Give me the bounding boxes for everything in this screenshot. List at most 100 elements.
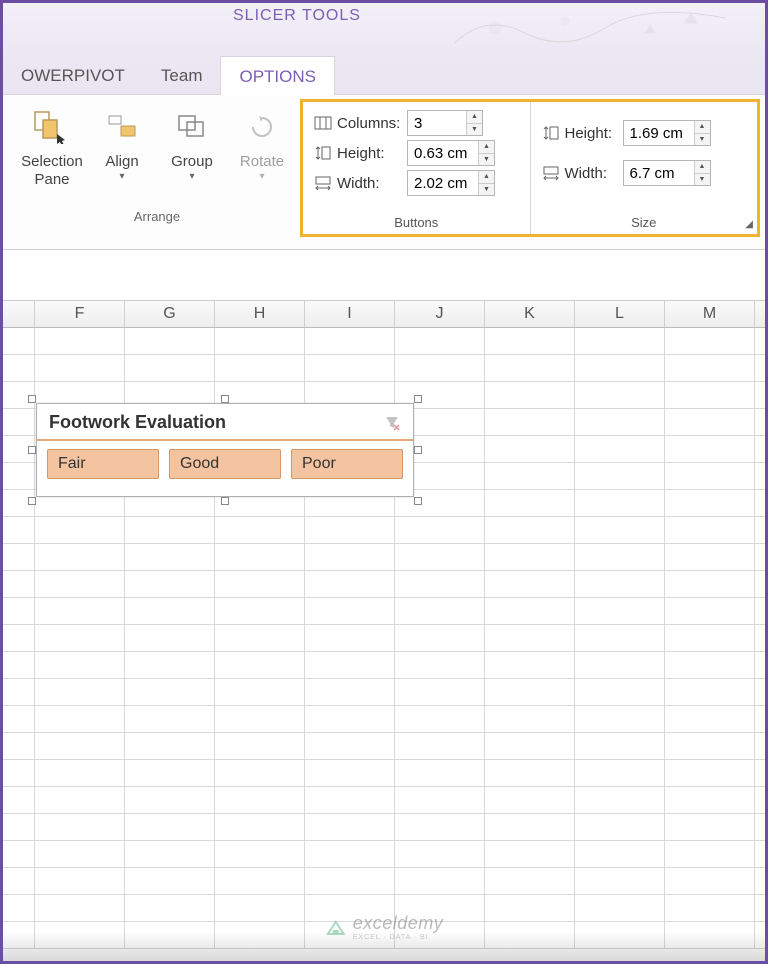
cell[interactable] [485, 544, 575, 570]
cell[interactable] [215, 328, 305, 354]
cell[interactable] [215, 787, 305, 813]
cell[interactable] [665, 571, 755, 597]
cell[interactable] [3, 598, 35, 624]
grid-row[interactable] [3, 760, 765, 787]
cell[interactable] [35, 814, 125, 840]
cell[interactable] [485, 760, 575, 786]
cell[interactable] [215, 517, 305, 543]
cell[interactable] [125, 760, 215, 786]
cell[interactable] [35, 733, 125, 759]
cell[interactable] [125, 922, 215, 948]
cell[interactable] [485, 733, 575, 759]
cell[interactable] [485, 868, 575, 894]
button-width-input-wrap[interactable]: ▲▼ [407, 170, 495, 196]
cell[interactable] [35, 652, 125, 678]
tab-options[interactable]: OPTIONS [220, 56, 335, 95]
selection-pane-button[interactable]: SelectionPane [19, 101, 85, 209]
cell[interactable] [665, 706, 755, 732]
cell[interactable] [575, 652, 665, 678]
cell[interactable] [665, 517, 755, 543]
cell[interactable] [3, 733, 35, 759]
cell[interactable] [35, 571, 125, 597]
grid-row[interactable] [3, 328, 765, 355]
cell[interactable] [395, 544, 485, 570]
cell[interactable] [485, 814, 575, 840]
cell[interactable] [395, 355, 485, 381]
grid-row[interactable] [3, 868, 765, 895]
cell[interactable] [35, 355, 125, 381]
cell[interactable] [3, 436, 35, 462]
cell[interactable] [3, 463, 35, 489]
cell[interactable] [35, 841, 125, 867]
cell[interactable] [305, 328, 395, 354]
spin-down-icon[interactable]: ▼ [479, 154, 494, 166]
cell[interactable] [485, 328, 575, 354]
cell[interactable] [575, 625, 665, 651]
cell[interactable] [485, 436, 575, 462]
grid-row[interactable] [3, 814, 765, 841]
slicer-item-good[interactable]: Good [169, 449, 281, 479]
cell[interactable] [575, 733, 665, 759]
spin-up-icon[interactable]: ▲ [479, 141, 494, 154]
cell[interactable] [125, 814, 215, 840]
cell[interactable] [125, 733, 215, 759]
button-height-input[interactable] [408, 141, 478, 165]
spin-up-icon[interactable]: ▲ [695, 161, 710, 174]
cell[interactable] [3, 652, 35, 678]
cell[interactable] [665, 598, 755, 624]
cell[interactable] [35, 895, 125, 921]
cell[interactable] [305, 544, 395, 570]
columns-input-wrap[interactable]: ▲▼ [407, 110, 483, 136]
cell[interactable] [485, 841, 575, 867]
col-header[interactable]: H [215, 301, 305, 327]
cell[interactable] [3, 328, 35, 354]
cell[interactable] [3, 895, 35, 921]
cell[interactable] [3, 841, 35, 867]
cell[interactable] [485, 652, 575, 678]
cell[interactable] [215, 922, 305, 948]
cell[interactable] [125, 706, 215, 732]
cell[interactable] [395, 517, 485, 543]
grid-row[interactable] [3, 517, 765, 544]
cell[interactable] [305, 814, 395, 840]
cell[interactable] [665, 409, 755, 435]
cell[interactable] [305, 517, 395, 543]
cell[interactable] [665, 841, 755, 867]
slicer-item-fair[interactable]: Fair [47, 449, 159, 479]
cell[interactable] [665, 544, 755, 570]
cell[interactable] [485, 706, 575, 732]
cell[interactable] [395, 571, 485, 597]
cell[interactable] [215, 814, 305, 840]
cell[interactable] [35, 328, 125, 354]
align-button[interactable]: Align ▾ [89, 101, 155, 209]
col-header[interactable]: F [35, 301, 125, 327]
cell[interactable] [575, 463, 665, 489]
cell[interactable] [665, 382, 755, 408]
cell[interactable] [575, 895, 665, 921]
dialog-launcher-icon[interactable]: ◢ [745, 219, 753, 230]
cell[interactable] [3, 490, 35, 516]
size-height-input-wrap[interactable]: ▲▼ [623, 120, 711, 146]
cell[interactable] [3, 517, 35, 543]
cell[interactable] [35, 598, 125, 624]
cell[interactable] [575, 841, 665, 867]
size-width-input[interactable] [624, 161, 694, 185]
grid-row[interactable] [3, 679, 765, 706]
cell[interactable] [485, 571, 575, 597]
cell[interactable] [395, 598, 485, 624]
cell[interactable] [575, 706, 665, 732]
cell[interactable] [125, 328, 215, 354]
cell[interactable] [575, 436, 665, 462]
cell[interactable] [485, 598, 575, 624]
cell[interactable] [305, 598, 395, 624]
cell[interactable] [665, 922, 755, 948]
cell[interactable] [35, 544, 125, 570]
cell[interactable] [215, 841, 305, 867]
cell[interactable] [215, 679, 305, 705]
cell[interactable] [125, 625, 215, 651]
grid-row[interactable] [3, 787, 765, 814]
cell[interactable] [485, 490, 575, 516]
col-header-blank[interactable] [3, 301, 35, 327]
cell[interactable] [665, 679, 755, 705]
cell[interactable] [575, 922, 665, 948]
